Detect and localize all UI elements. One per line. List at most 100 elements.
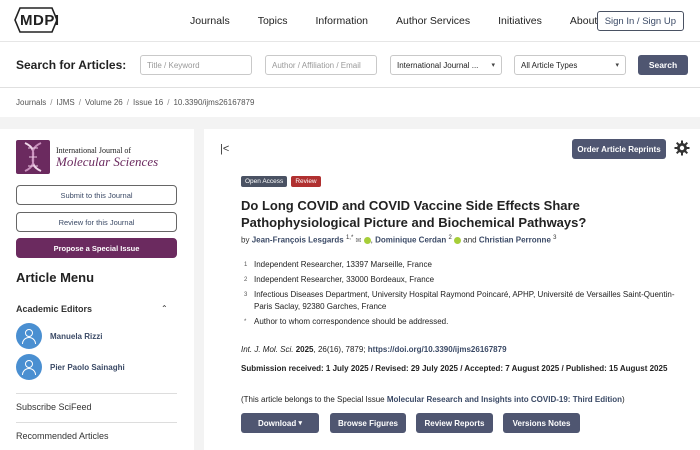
journal-select-value: International Journal ... xyxy=(397,60,479,70)
citation: Int. J. Mol. Sci. 2025, 26(16), 7879; ht… xyxy=(241,345,507,354)
nav-author-services[interactable]: Author Services xyxy=(396,15,470,27)
author-name[interactable]: Christian Perronne xyxy=(479,236,551,245)
by-label: by xyxy=(241,235,250,245)
propose-special-issue-button[interactable]: Propose a Special Issue xyxy=(16,238,177,258)
chevron-up-icon[interactable]: ⌃ xyxy=(161,304,168,313)
citation-year: 2025 xyxy=(295,345,314,354)
affiliation-item: 3 Infectious Diseases Department, Univers… xyxy=(244,289,684,313)
top-header: MDPI Journals Topics Information Author … xyxy=(0,0,700,42)
journal-logo[interactable]: International Journal of Molecular Scien… xyxy=(16,139,158,175)
breadcrumb-separator: / xyxy=(50,98,53,107)
article-sidebar: International Journal of Molecular Scien… xyxy=(0,129,194,450)
special-issue-suffix: ) xyxy=(622,395,625,404)
article-badges: Open Access Review xyxy=(241,176,325,187)
breadcrumb-ijms[interactable]: IJMS xyxy=(56,98,74,107)
chevron-down-icon: ▾ xyxy=(491,62,495,69)
subscribe-scifeed-link[interactable]: Subscribe SciFeed xyxy=(16,393,177,412)
article-menu-title: Article Menu xyxy=(16,270,95,285)
nav-journals[interactable]: Journals xyxy=(190,15,230,27)
affiliation-item: 1 Independent Researcher, 13397 Marseille… xyxy=(244,259,684,271)
affiliation-item: * Author to whom correspondence should be… xyxy=(244,316,684,328)
article-type-select[interactable]: All Article Types ▾ xyxy=(514,55,626,75)
journal-name: International Journal of Molecular Scien… xyxy=(56,146,159,169)
author-affiliation-marker: 3 xyxy=(553,235,557,241)
submit-to-journal-button[interactable]: Submit to this Journal xyxy=(16,185,177,205)
sign-in-button[interactable]: Sign In / Sign Up xyxy=(596,11,684,31)
journal-select[interactable]: International Journal ... ▾ xyxy=(390,55,502,75)
email-icon[interactable]: ✉ xyxy=(356,238,362,245)
search-label: Search for Articles: xyxy=(16,58,127,72)
nav-initiatives[interactable]: Initiatives xyxy=(498,15,542,27)
affiliation-text: Infectious Diseases Department, Universi… xyxy=(254,290,675,311)
affiliation-number: 2 xyxy=(244,277,248,283)
editor-item[interactable]: Pier Paolo Sainaghi xyxy=(16,354,125,380)
keyword-input[interactable]: Title / Keyword xyxy=(140,55,252,75)
affiliation-number: 1 xyxy=(244,262,248,268)
open-access-badge: Open Access xyxy=(241,176,288,187)
order-reprints-button[interactable]: Order Article Reprints xyxy=(572,139,666,159)
breadcrumb-separator: / xyxy=(126,98,129,107)
avatar-icon xyxy=(16,354,42,380)
affiliations: 1 Independent Researcher, 13397 Marseille… xyxy=(244,259,684,331)
breadcrumb: Journals / IJMS / Volume 26/ Issue 16/ 10.… xyxy=(16,98,254,107)
chevron-down-icon: ▾ xyxy=(615,62,619,69)
dna-helix-icon xyxy=(16,140,50,174)
nav-about[interactable]: About xyxy=(570,15,597,27)
mdpi-logo[interactable]: MDPI xyxy=(14,7,60,33)
affiliation-text: Author to whom correspondence should be … xyxy=(254,317,449,326)
avatar-icon xyxy=(16,323,42,349)
chevron-down-icon: ▾ xyxy=(298,420,302,427)
and-label: and xyxy=(463,235,477,245)
article-search-bar: Search for Articles: Title / Keyword Aut… xyxy=(0,42,700,88)
academic-editors-toggle[interactable]: Academic Editors xyxy=(16,304,92,314)
breadcrumb-issue[interactable]: Issue 16 xyxy=(133,98,163,107)
review-badge: Review xyxy=(291,176,321,187)
article-type-value: All Article Types xyxy=(521,60,578,70)
affiliation-text: Independent Researcher, 13397 Marseille,… xyxy=(254,260,432,269)
affiliation-number: * xyxy=(244,319,247,325)
author-affiliation-marker: 2 xyxy=(448,235,452,241)
author-affiliation-marker: 1,* xyxy=(345,235,354,241)
editor-name[interactable]: Pier Paolo Sainaghi xyxy=(50,363,125,372)
breadcrumb-journals[interactable]: Journals xyxy=(16,98,46,107)
article-title: Do Long COVID and COVID Vaccine Side Eff… xyxy=(241,198,587,230)
download-button[interactable]: Download ▾ xyxy=(241,413,319,433)
publication-dates: Submission received: 1 July 2025 / Revis… xyxy=(241,364,668,373)
journal-name-title: Molecular Sciences xyxy=(56,153,159,169)
doi-link[interactable]: https://doi.org/10.3390/ijms26167879 xyxy=(368,345,507,354)
special-issue-note: (This article belongs to the Special Iss… xyxy=(241,395,625,404)
author-name[interactable]: Dominique Cerdan xyxy=(375,236,446,245)
nav-topics[interactable]: Topics xyxy=(258,15,288,27)
article-main: |< Order Article Reprints Open Access Re… xyxy=(204,129,700,450)
author-list: by Jean-François Lesgards 1,* ✉ , Domini… xyxy=(241,235,557,245)
affiliation-number: 3 xyxy=(244,292,248,298)
breadcrumb-volume[interactable]: Volume 26 xyxy=(85,98,123,107)
editor-item[interactable]: Manuela Rizzi xyxy=(16,323,102,349)
download-label: Download xyxy=(258,418,297,428)
recommended-articles-link[interactable]: Recommended Articles xyxy=(16,422,177,441)
citation-journal: Int. J. Mol. Sci. xyxy=(241,345,294,354)
main-nav: Journals Topics Information Author Servi… xyxy=(190,0,625,42)
browse-figures-button[interactable]: Browse Figures xyxy=(330,413,406,433)
special-issue-prefix: (This article belongs to the Special Iss… xyxy=(241,395,385,404)
citation-volume: , 26(16), 7879; xyxy=(313,345,366,354)
orcid-icon[interactable] xyxy=(454,237,462,245)
search-button[interactable]: Search xyxy=(638,55,688,75)
collapse-sidebar-icon[interactable]: |< xyxy=(220,143,229,155)
breadcrumb-separator: / xyxy=(167,98,170,107)
versions-notes-button[interactable]: Versions Notes xyxy=(503,413,580,433)
gear-icon[interactable] xyxy=(674,140,690,156)
editor-name[interactable]: Manuela Rizzi xyxy=(50,332,102,341)
affiliation-text: Independent Researcher, 33000 Bordeaux, … xyxy=(254,275,435,284)
review-for-journal-button[interactable]: Review for this Journal xyxy=(16,212,177,232)
author-name[interactable]: Jean-François Lesgards xyxy=(252,236,344,245)
nav-information[interactable]: Information xyxy=(315,15,368,27)
special-issue-link[interactable]: Molecular Research and Insights into COV… xyxy=(387,395,622,404)
review-reports-button[interactable]: Review Reports xyxy=(416,413,493,433)
breadcrumb-separator: / xyxy=(78,98,81,107)
orcid-icon[interactable] xyxy=(363,237,371,245)
affiliation-item: 2 Independent Researcher, 33000 Bordeaux,… xyxy=(244,274,684,286)
logo-text: MDPI xyxy=(20,12,60,29)
author-input[interactable]: Author / Affiliation / Email xyxy=(265,55,377,75)
breadcrumb-doi[interactable]: 10.3390/ijms26167879 xyxy=(173,98,254,107)
